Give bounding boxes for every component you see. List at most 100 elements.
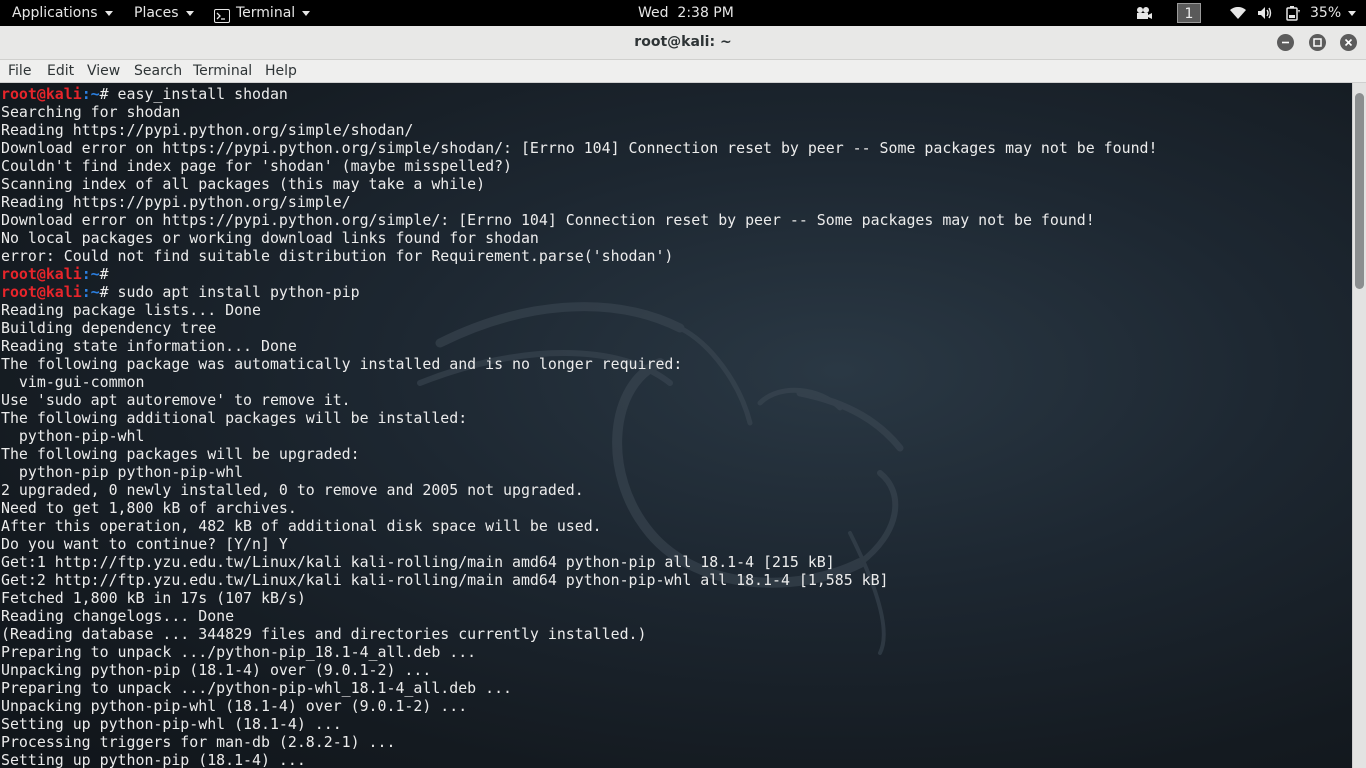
maximize-icon[interactable] — [1309, 34, 1326, 51]
workspace-number: 1 — [1177, 3, 1201, 23]
output-line: Unpacking python-pip-whl (18.1-4) over (… — [1, 697, 1157, 715]
workspace-indicator[interactable]: 1 — [1177, 0, 1201, 26]
menu-edit[interactable]: Edit — [47, 60, 74, 82]
output-line: Reading state information... Done — [1, 337, 1157, 355]
volume-icon[interactable] — [1257, 0, 1273, 26]
menu-terminal[interactable]: Terminal — [193, 60, 252, 82]
battery-percentage[interactable]: 35% — [1310, 0, 1357, 26]
prompt-line: root@kali:~# sudo apt install python-pip — [1, 283, 1157, 301]
prompt-path: :~ — [81, 265, 100, 283]
applications-label: Applications — [12, 5, 98, 21]
line-text: Setting up python-pip (18.1-4) ... — [1, 751, 306, 768]
output-line: python-pip python-pip-whl — [1, 463, 1157, 481]
line-text: Processing triggers for man-db (2.8.2-1)… — [1, 733, 396, 751]
output-line: Reading package lists... Done — [1, 301, 1157, 319]
output-line: Couldn't find index page for 'shodan' (m… — [1, 157, 1157, 175]
prompt-user: root@kali — [1, 265, 82, 283]
output-line: Preparing to unpack .../python-pip-whl_1… — [1, 679, 1157, 697]
prompt-user: root@kali — [1, 283, 82, 301]
line-text: The following additional packages will b… — [1, 409, 468, 427]
output-line: Fetched 1,800 kB in 17s (107 kB/s) — [1, 589, 1157, 607]
menubar: File Edit View Search Terminal Help — [0, 60, 1366, 83]
output-line: python-pip-whl — [1, 427, 1157, 445]
menu-file[interactable]: File — [8, 60, 31, 82]
output-line: Get:2 http://ftp.yzu.edu.tw/Linux/kali k… — [1, 571, 1157, 589]
line-text: The following package was automatically … — [1, 355, 683, 373]
line-text: Preparing to unpack .../python-pip_18.1-… — [1, 643, 477, 661]
line-text: python-pip python-pip-whl — [1, 463, 244, 481]
output-line: Need to get 1,800 kB of archives. — [1, 499, 1157, 517]
prompt-line: root@kali:~# — [1, 265, 1157, 283]
output-line: Reading changelogs... Done — [1, 607, 1157, 625]
output-line: No local packages or working download li… — [1, 229, 1157, 247]
menu-help[interactable]: Help — [265, 60, 297, 82]
line-text: Setting up python-pip-whl (18.1-4) ... — [1, 715, 342, 733]
line-text: The following packages will be upgraded: — [1, 445, 360, 463]
line-text: (Reading database ... 344829 files and d… — [1, 625, 647, 643]
output-line: (Reading database ... 344829 files and d… — [1, 625, 1157, 643]
prompt-user: root@kali — [1, 85, 82, 103]
line-text: Searching for shodan — [1, 103, 181, 121]
battery-icon[interactable] — [1285, 0, 1301, 26]
prompt-symbol: # — [99, 265, 109, 283]
line-text: Get:2 http://ftp.yzu.edu.tw/Linux/kali k… — [1, 571, 889, 589]
output-line: vim-gui-common — [1, 373, 1157, 391]
prompt-path: :~ — [81, 85, 100, 103]
line-text: Reading package lists... Done — [1, 301, 261, 319]
battery-label: 35% — [1310, 5, 1342, 21]
output-line: Reading https://pypi.python.org/simple/ — [1, 193, 1157, 211]
output-line: 2 upgraded, 0 newly installed, 0 to remo… — [1, 481, 1157, 499]
window-titlebar[interactable]: root@kali: ~ — [0, 26, 1366, 60]
line-text: easy_install shodan — [108, 85, 288, 103]
output-line: error: Could not find suitable distribut… — [1, 247, 1157, 265]
clock[interactable]: Wed 2:38 PM — [638, 0, 734, 26]
line-text: Unpacking python-pip-whl (18.1-4) over (… — [1, 697, 468, 715]
line-text: Reading changelogs... Done — [1, 607, 235, 625]
wifi-icon[interactable] — [1230, 0, 1246, 26]
output-line: Do you want to continue? [Y/n] Y — [1, 535, 1157, 553]
line-text: python-pip-whl — [1, 427, 145, 445]
line-text: After this operation, 482 kB of addition… — [1, 517, 602, 535]
terminal-app-menu[interactable]: Terminal — [214, 0, 311, 26]
output-line: The following package was automatically … — [1, 355, 1157, 373]
prompt-symbol: # — [99, 85, 109, 103]
terminal-app-label: Terminal — [236, 5, 296, 21]
terminal-scrollbar[interactable] — [1352, 83, 1366, 768]
output-line: Processing triggers for man-db (2.8.2-1)… — [1, 733, 1157, 751]
minimize-icon[interactable] — [1277, 34, 1294, 51]
line-text: Need to get 1,800 kB of archives. — [1, 499, 297, 517]
line-text: sudo apt install python-pip — [108, 283, 360, 301]
output-line: Scanning index of all packages (this may… — [1, 175, 1157, 193]
line-text: Fetched 1,800 kB in 17s (107 kB/s) — [1, 589, 306, 607]
terminal-viewport[interactable]: root@kali:~# easy_install shodan Searchin… — [0, 83, 1352, 768]
line-text: Reading state information... Done — [1, 337, 297, 355]
applications-menu[interactable]: Applications — [12, 0, 113, 26]
close-icon[interactable] — [1340, 34, 1357, 51]
line-text: Get:1 http://ftp.yzu.edu.tw/Linux/kali k… — [1, 553, 835, 571]
line-text: Do you want to continue? [Y/n] Y — [1, 535, 288, 553]
output-line: Searching for shodan — [1, 103, 1157, 121]
menu-search[interactable]: Search — [134, 60, 182, 82]
chevron-down-icon — [302, 10, 311, 16]
output-line: The following packages will be upgraded: — [1, 445, 1157, 463]
line-text: Reading https://pypi.python.org/simple/ — [1, 193, 351, 211]
line-text: vim-gui-common — [1, 373, 145, 391]
menu-view[interactable]: View — [87, 60, 120, 82]
line-text: Reading https://pypi.python.org/simple/s… — [1, 121, 414, 139]
chevron-down-icon — [185, 10, 194, 16]
line-text: No local packages or working download li… — [1, 229, 539, 247]
line-text: error: Could not find suitable distribut… — [1, 247, 674, 265]
output-line: Use 'sudo apt autoremove' to remove it. — [1, 391, 1157, 409]
output-line: Preparing to unpack .../python-pip_18.1-… — [1, 643, 1157, 661]
line-text: Download error on https://pypi.python.or… — [1, 139, 1158, 157]
output-line: Setting up python-pip (18.1-4) ... — [1, 751, 1157, 768]
scrollbar-thumb[interactable] — [1355, 93, 1364, 289]
places-menu[interactable]: Places — [134, 0, 194, 26]
prompt-line: root@kali:~# easy_install shodan — [1, 85, 1157, 103]
output-line: Reading https://pypi.python.org/simple/s… — [1, 121, 1157, 139]
line-text: Scanning index of all packages (this may… — [1, 175, 486, 193]
video-camera-icon[interactable] — [1135, 0, 1153, 26]
output-line: Get:1 http://ftp.yzu.edu.tw/Linux/kali k… — [1, 553, 1157, 571]
line-text: Use 'sudo apt autoremove' to remove it. — [1, 391, 351, 409]
output-line: Setting up python-pip-whl (18.1-4) ... — [1, 715, 1157, 733]
